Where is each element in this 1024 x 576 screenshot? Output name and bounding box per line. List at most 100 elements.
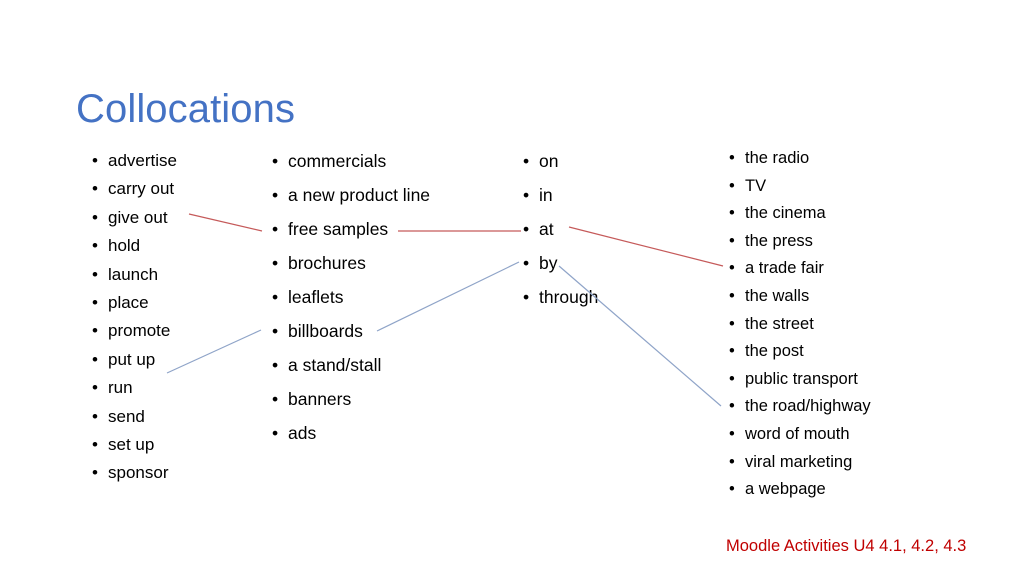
page-title: Collocations <box>76 86 296 131</box>
list-item-label: a trade fair <box>745 259 824 278</box>
bullet-icon: • <box>729 204 735 223</box>
list-item: • hold <box>92 234 177 262</box>
list-item-label: billboards <box>288 321 363 341</box>
bullet-icon: • <box>272 389 279 409</box>
list-item-label: the press <box>745 231 813 250</box>
list-item-label: carry out <box>108 179 175 199</box>
list-item-label: the post <box>745 342 804 361</box>
bullet-icon: • <box>729 314 735 333</box>
bullet-icon: • <box>523 287 530 307</box>
list-item-label: the radio <box>745 149 810 167</box>
bullet-icon: • <box>92 236 98 256</box>
list-item: • the walls <box>729 285 871 313</box>
slide-canvas: Collocations • advertise • carry out • give o… <box>0 0 1024 576</box>
list-item-label: the walls <box>745 286 810 305</box>
list-item: • through <box>523 286 598 320</box>
bullet-icon: • <box>92 406 98 426</box>
connector-segment <box>188 213 263 232</box>
list-item: • give out <box>92 206 177 234</box>
list-item: • on <box>523 150 598 184</box>
list-item-label: launch <box>108 264 159 284</box>
list-item: • carry out <box>92 177 177 205</box>
list-item: • a stand/stall <box>272 354 430 388</box>
list-item-label: hold <box>108 236 141 256</box>
bullet-icon: • <box>272 287 279 307</box>
list-item: • put up <box>92 348 177 376</box>
list-item: • public transport <box>729 368 871 396</box>
list-item-label: on <box>539 151 559 171</box>
bullet-icon: • <box>729 286 735 305</box>
bullet-icon: • <box>729 452 735 471</box>
bullet-icon: • <box>729 369 735 388</box>
bullet-icon: • <box>729 424 735 443</box>
bullet-icon: • <box>523 151 530 171</box>
list-item: • in <box>523 184 598 218</box>
list-item-label: a new product line <box>288 185 431 205</box>
list-item-label: commercials <box>288 151 387 171</box>
list-item: • leaflets <box>272 286 430 320</box>
collocation-column-media: • the radio • TV • the cinema • the press • a tra… <box>729 147 871 506</box>
bullet-icon: • <box>92 321 98 341</box>
list-item: • the cinema <box>729 202 871 230</box>
list-item-label: sponsor <box>108 463 169 483</box>
list-item: • a new product line <box>272 184 430 218</box>
footer-note: Moodle Activities U4 4.1, 4.2, 4.3 <box>726 537 967 555</box>
list-item-label: the street <box>745 314 814 333</box>
list-item: • set up <box>92 433 177 461</box>
list-item-label: word of mouth <box>745 424 850 443</box>
list-item-label: viral marketing <box>745 452 853 471</box>
list-item-label: run <box>108 378 133 398</box>
list-item-label: public transport <box>745 369 858 388</box>
connector-give-out-free-samples-at-a-trade-fair <box>188 213 724 267</box>
list-item: • the radio <box>729 147 871 175</box>
bullet-icon: • <box>92 179 98 199</box>
bullet-icon: • <box>272 151 279 171</box>
list-item: • advertise <box>92 149 177 177</box>
list-item-label: the cinema <box>745 204 826 223</box>
bullet-icon: • <box>729 149 735 167</box>
list-item-label: TV <box>745 176 767 195</box>
list-item: • a webpage <box>729 478 871 506</box>
list-item: • send <box>92 405 177 433</box>
list-item: • a trade fair <box>729 257 871 285</box>
list-item-label: send <box>108 406 145 426</box>
bullet-icon: • <box>729 231 735 250</box>
bullet-icon: • <box>272 423 279 443</box>
bullet-icon: • <box>272 219 279 239</box>
bullet-icon: • <box>92 378 98 398</box>
list-item-label: ads <box>288 423 317 443</box>
list-item-label: a stand/stall <box>288 355 382 375</box>
collocation-column-verbs: • advertise • carry out • give out • hold • launc… <box>92 149 177 490</box>
bullet-icon: • <box>92 434 98 454</box>
bullet-icon: • <box>523 219 530 239</box>
list-item: • place <box>92 291 177 319</box>
list-item-label: put up <box>108 349 156 369</box>
collocation-column-objects: • commercials • a new product line • free sam… <box>272 150 430 456</box>
list-item: • the press <box>729 230 871 258</box>
bullet-icon: • <box>92 292 98 312</box>
list-item: • free samples <box>272 218 430 252</box>
list-item-label: advertise <box>108 151 177 170</box>
bullet-icon: • <box>523 185 530 205</box>
list-item: • by <box>523 252 598 286</box>
list-item-label: give out <box>108 207 168 227</box>
list-item-label: at <box>539 219 554 239</box>
list-item: • viral marketing <box>729 451 871 479</box>
list-item: • word of mouth <box>729 423 871 451</box>
bullet-icon: • <box>92 349 98 369</box>
list-item: • promote <box>92 319 177 347</box>
bullet-icon: • <box>92 151 98 170</box>
bullet-icon: • <box>92 207 98 227</box>
list-item-label: promote <box>108 321 171 341</box>
list-item: • banners <box>272 388 430 422</box>
bullet-icon: • <box>523 253 530 273</box>
list-item: • ads <box>272 422 430 456</box>
list-item-label: the road/highway <box>745 397 871 416</box>
list-item-label: leaflets <box>288 287 344 307</box>
list-item: • TV <box>729 175 871 203</box>
list-item-label: place <box>108 292 149 312</box>
list-item: • run <box>92 376 177 404</box>
list-item-label: in <box>539 185 553 205</box>
list-item: • commercials <box>272 150 430 184</box>
list-item-label: by <box>539 253 558 273</box>
